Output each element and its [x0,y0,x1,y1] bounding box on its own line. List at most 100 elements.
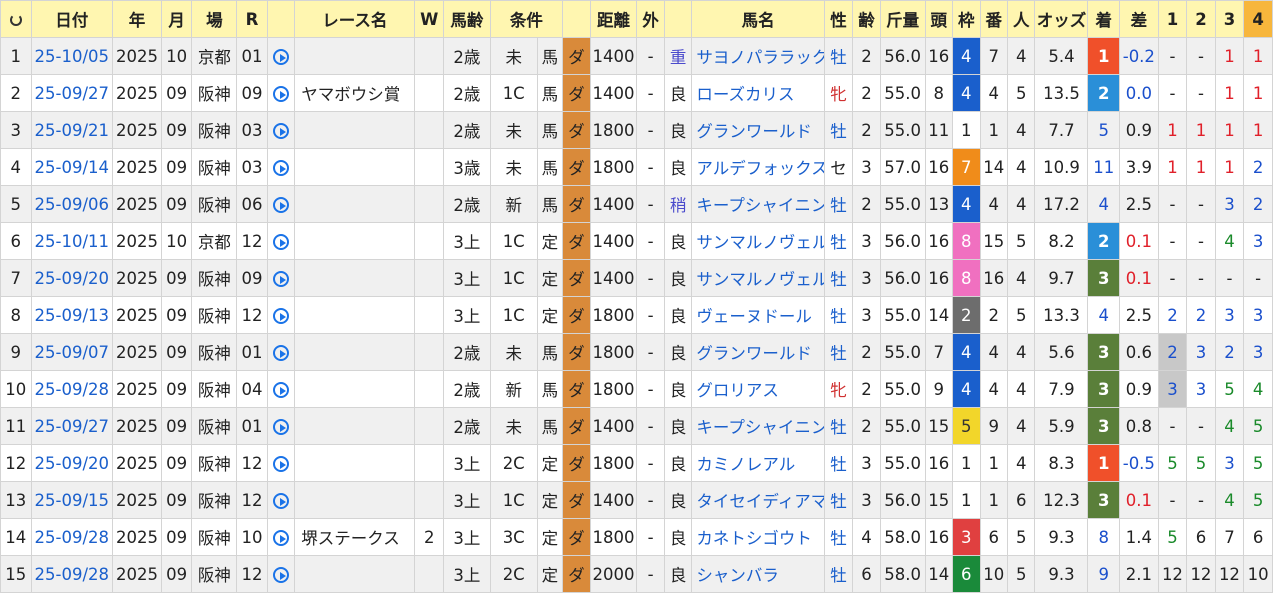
race-date-link[interactable]: 25-09/13 [30,296,114,334]
horse-name-link[interactable]: カネトシゴウト [691,518,825,556]
play-icon[interactable] [273,530,290,546]
col-date[interactable]: 日付 [30,0,114,38]
col-pop[interactable]: 人 [1006,0,1036,38]
col-cond[interactable]: 条件 [489,0,564,38]
horse-name-link[interactable]: グランワールド [691,111,825,149]
col-year[interactable]: 年 [112,0,162,38]
play-cell[interactable] [266,222,296,260]
play-icon[interactable] [273,271,290,287]
table-row[interactable]: 7 25-09/20 2025 09 阪神 09 3上 1C 定ダ 1400- 良サンマルノヴェル牡… [0,259,1273,297]
play-cell[interactable] [266,407,296,445]
table-row[interactable]: 6 25-10/11 2025 10 京都 12 3上 1C 定ダ 1400- 良サンマルノヴェル牡… [0,222,1273,260]
race-date-link[interactable]: 25-09/20 [30,444,114,482]
col-c1[interactable]: 1 [1157,0,1188,38]
race-date-link[interactable]: 25-09/27 [30,407,114,445]
play-icon[interactable] [273,49,290,65]
play-cell[interactable] [266,518,296,556]
horse-name-link[interactable]: キープシャイニング [691,407,825,445]
table-row[interactable]: 2 25-09/27 2025 09 阪神 09 ヤマボウシ賞 2歳 1C 馬ダ 1400- 良ローズ… [0,74,1273,112]
table-row[interactable]: 525-09/06202509阪神062歳新馬ダ1400-稍キープシャイニング牡… [0,185,1273,223]
table-row[interactable]: 4 25-09/14 2025 09 阪神 03 3歳未馬ダ 1800- 良アルデフォックスセ 3… [0,148,1273,186]
horse-name-link[interactable]: ヴェーヌドール [691,296,825,334]
race-date-link[interactable]: 25-09/20 [30,259,114,297]
race-date-link[interactable]: 25-09/28 [30,518,114,556]
col-num[interactable]: 番 [979,0,1009,38]
horse-name-link[interactable]: キープシャイニング [691,185,825,223]
race-date-link[interactable]: 25-09/28 [30,370,114,408]
col-r[interactable]: R [236,0,268,38]
play-icon[interactable] [273,234,290,250]
col-sex[interactable]: 性 [823,0,854,38]
col-place[interactable]: 場 [191,0,238,38]
col-waku[interactable]: 枠 [952,0,981,38]
col-c2[interactable]: 2 [1186,0,1216,38]
refresh-icon[interactable] [9,14,22,26]
race-date-link[interactable]: 25-09/14 [30,148,114,186]
horse-name-link[interactable]: ローズカリス [691,74,825,112]
col-c3[interactable]: 3 [1214,0,1245,38]
play-icon[interactable] [273,160,290,176]
table-row[interactable]: 3 25-09/21 2025 09 阪神 03 2歳未馬ダ 1800- 良グランワールド牡 2 5… [0,111,1273,149]
play-icon[interactable] [273,308,290,324]
race-date-link[interactable]: 25-09/28 [30,555,114,593]
play-icon[interactable] [273,493,290,509]
play-cell[interactable] [266,444,296,482]
horse-name-link[interactable]: シャンバラ [691,555,825,593]
table-row[interactable]: 9 25-09/07 2025 09 阪神 01 2歳未馬ダ 1800- 良グランワールド牡 2 5… [0,333,1273,371]
col-race[interactable]: レース名 [294,0,416,38]
race-date-link[interactable]: 25-09/07 [30,333,114,371]
col-c4[interactable]: 4 [1243,0,1273,38]
race-date-link[interactable]: 25-09/15 [30,481,114,519]
race-date-link[interactable]: 25-10/05 [30,37,114,75]
col-dist[interactable]: 距離 [589,0,638,38]
col-diff[interactable]: 差 [1119,0,1159,38]
play-icon[interactable] [273,345,290,361]
play-icon[interactable] [273,456,290,472]
play-icon[interactable] [273,567,290,583]
col-heads[interactable]: 頭 [924,0,954,38]
horse-name-link[interactable]: サンマルノヴェル [691,222,825,260]
play-cell[interactable] [266,37,296,75]
col-month[interactable]: 月 [160,0,193,38]
play-cell[interactable] [266,111,296,149]
play-icon[interactable] [273,419,290,435]
table-row[interactable]: 14 25-09/28 2025 09 阪神 10 堺ステークス 2 3上 3C 定ダ 1800- 良カ… [0,518,1273,556]
play-icon[interactable] [273,197,290,213]
col-outer[interactable]: 外 [636,0,665,38]
horse-name-link[interactable]: アルデフォックス [691,148,825,186]
play-cell[interactable] [266,481,296,519]
race-date-link[interactable]: 25-09/06 [30,185,114,223]
table-row[interactable]: 1125-09/27202509阪神012歳未馬ダ1400-良キープシャイニング… [0,407,1273,445]
play-icon[interactable] [273,86,290,102]
play-cell[interactable] [266,185,296,223]
col-weight[interactable]: 斤量 [879,0,926,38]
col-odds[interactable]: オッズ [1034,0,1089,38]
race-date-link[interactable]: 25-09/27 [30,74,114,112]
horse-name-link[interactable]: タイセイディアマン [691,481,825,519]
play-icon[interactable] [273,123,290,139]
table-row[interactable]: 8 25-09/13 2025 09 阪神 12 3上 1C 定ダ 1800- 良ヴェーヌドール牡 3… [0,296,1273,334]
play-cell[interactable] [266,333,296,371]
horse-name-link[interactable]: サヨノパララックス [691,37,825,75]
table-row[interactable]: 10 25-09/28 2025 09 阪神 04 2歳新馬ダ 1800- 良グロリアス牝 2 55… [0,370,1273,408]
play-icon[interactable] [273,382,290,398]
play-cell[interactable] [266,555,296,593]
play-cell[interactable] [266,74,296,112]
col-age[interactable]: 馬齢 [442,0,491,38]
table-row[interactable]: 1325-09/15202509阪神123上1C定ダ1400-良タイセイディアマ… [0,481,1273,519]
col-w[interactable]: W [414,0,444,38]
horse-name-link[interactable]: カミノレアル [691,444,825,482]
play-cell[interactable] [266,259,296,297]
table-row[interactable]: 15 25-09/28 2025 09 阪神 12 3上 2C 定ダ 2000- 良シャンバラ牡 6 5… [0,555,1273,593]
play-cell[interactable] [266,148,296,186]
col-age2[interactable]: 齢 [852,0,881,38]
horse-name-link[interactable]: サンマルノヴェル [691,259,825,297]
play-cell[interactable] [266,296,296,334]
play-cell[interactable] [266,370,296,408]
refresh-header[interactable] [0,0,32,38]
race-date-link[interactable]: 25-10/11 [30,222,114,260]
table-row[interactable]: 12 25-09/20 2025 09 阪神 12 3上 2C 定ダ 1800- 良カミノレアル牡 3… [0,444,1273,482]
table-row[interactable]: 125-10/05202510京都012歳未馬ダ1400-重サヨノパララックス牡… [0,37,1273,75]
race-date-link[interactable]: 25-09/21 [30,111,114,149]
col-horse[interactable]: 馬名 [691,0,825,38]
